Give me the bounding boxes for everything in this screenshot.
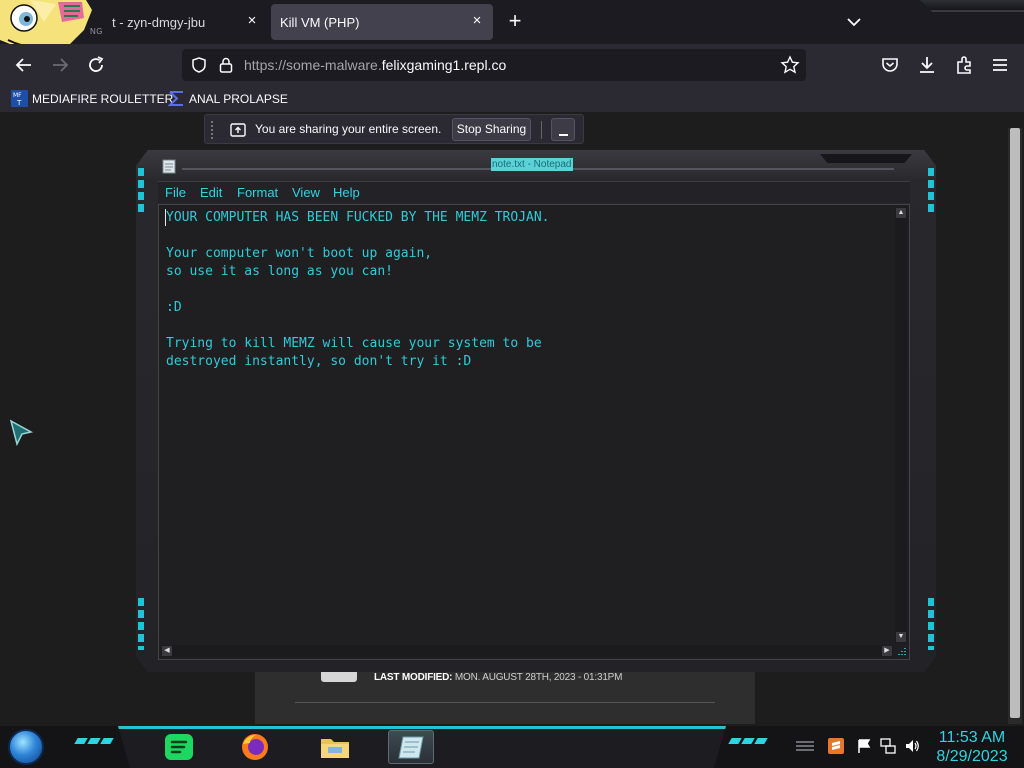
menu-format[interactable]: Format (237, 185, 278, 200)
bookmark-mediafire-roulette[interactable]: MF T MEDIAFIRE ROULETTER (11, 90, 173, 107)
reload-icon[interactable] (84, 53, 108, 77)
url-bar[interactable]: https://some-malware.felixgaming1.repl.c… (182, 49, 806, 81)
spotify-icon (165, 734, 193, 760)
system-clock[interactable]: 11:53 AM 8/29/2023 (934, 728, 1010, 766)
resize-grip-icon[interactable] (895, 645, 907, 657)
horizontal-scrollbar[interactable]: ◀ ▶ (161, 645, 893, 657)
page-scroll-thumb[interactable] (1010, 128, 1020, 718)
url-text[interactable]: https://some-malware.felixgaming1.repl.c… (244, 57, 506, 73)
vertical-scrollbar[interactable]: ▲ ▼ (895, 207, 907, 643)
bookmark-label: MEDIAFIRE ROULETTER (32, 91, 174, 106)
new-tab-button[interactable]: + (504, 10, 526, 32)
flag-icon[interactable] (856, 738, 872, 754)
clock-date: 8/29/2023 (936, 748, 1008, 765)
frame-accent (138, 168, 144, 216)
mediafire-icon: MF T (11, 90, 28, 107)
file-explorer-icon (321, 739, 349, 758)
taskbar-app-notepad[interactable] (388, 730, 434, 764)
menu-file[interactable]: File (165, 185, 186, 200)
page-scrollbar[interactable] (1008, 128, 1022, 724)
titlebar-controls-slot[interactable] (820, 154, 912, 163)
scroll-right-icon[interactable]: ▶ (882, 646, 892, 656)
firefox-icon (242, 734, 268, 760)
notepad-icon (162, 158, 176, 174)
notepad-icon (398, 736, 424, 759)
network-icon[interactable] (880, 738, 896, 754)
sharing-message: You are sharing your entire screen. (255, 122, 442, 136)
taskbar-app-spotify[interactable] (156, 730, 202, 764)
pocket-icon[interactable] (878, 53, 902, 77)
notepad-window[interactable]: note.txt - Notepad File Edit Format View… (136, 150, 936, 672)
sublime-icon[interactable] (828, 738, 844, 754)
show-hidden-icons-icon[interactable] (794, 738, 816, 754)
taskbar-app-firefox[interactable] (232, 730, 278, 764)
screen: t - zyn-dmgy-jbu NG × Kill VM (PHP) × + (0, 0, 1024, 768)
last-modified-value: MON. AUGUST 28TH, 2023 - 01:31PM (454, 672, 623, 683)
downloads-icon[interactable] (915, 53, 939, 77)
volume-icon[interactable] (904, 738, 920, 754)
mouse-cursor-icon (9, 419, 34, 447)
notepad-menubar: File Edit Format View Help (158, 181, 910, 203)
bookmark-star-icon[interactable] (780, 55, 800, 75)
extensions-icon[interactable] (952, 53, 976, 77)
divider (295, 702, 715, 703)
tab-bar: t - zyn-dmgy-jbu NG × Kill VM (PHP) × + (0, 0, 1024, 44)
menu-view[interactable]: View (292, 185, 320, 200)
taskbar-decoration (728, 738, 768, 748)
screen-share-icon (230, 123, 246, 137)
menu-help[interactable]: Help (333, 185, 360, 200)
screen-sharing-bar: You are sharing your entire screen. Stop… (204, 114, 584, 144)
lock-icon[interactable] (218, 56, 234, 74)
list-all-tabs-icon[interactable] (844, 12, 864, 32)
bookmark-second[interactable]: ANAL PROLAPSE (168, 90, 288, 107)
frame-accent (928, 168, 934, 216)
sigma-icon (168, 91, 183, 106)
clock-time: 11:53 AM (938, 729, 1006, 746)
close-tab-icon[interactable]: × (244, 13, 260, 29)
bookmarks-toolbar: MF T MEDIAFIRE ROULETTER ANAL PROLAPSE (0, 86, 1024, 112)
scroll-down-icon[interactable]: ▼ (896, 632, 906, 642)
stop-sharing-button[interactable]: Stop Sharing (452, 118, 531, 141)
scroll-up-icon[interactable]: ▲ (896, 208, 906, 218)
taskbar-app-file-explorer[interactable] (312, 730, 358, 764)
close-tab-icon[interactable]: × (469, 13, 485, 29)
frame-accent (138, 598, 144, 650)
drag-handle[interactable] (211, 121, 215, 139)
url-domain: felixgaming1.repl.co (381, 57, 507, 73)
window-title: note.txt - Notepad (491, 158, 573, 171)
menu-edit[interactable]: Edit (200, 185, 222, 200)
last-modified-text: LAST MODIFIED: MON. AUGUST 28TH, 2023 - … (374, 672, 622, 683)
tab-title: Kill VM (PHP) (280, 14, 360, 30)
notepad-content[interactable]: YOUR COMPUTER HAS BEEN FUCKED BY THE MEM… (166, 209, 550, 371)
text-caret (165, 209, 166, 226)
hamburger-menu-icon[interactable] (988, 53, 1012, 77)
taskbar-decoration (74, 738, 114, 748)
bookmark-label: ANAL PROLAPSE (189, 91, 288, 106)
last-modified-label: LAST MODIFIED: (374, 672, 453, 683)
start-button[interactable] (8, 729, 44, 765)
window-frame-decoration (920, 0, 1024, 12)
back-arrow-icon[interactable] (12, 53, 36, 77)
forward-arrow-icon[interactable] (48, 53, 72, 77)
svg-text:MF: MF (13, 92, 22, 99)
scroll-left-icon[interactable]: ◀ (162, 646, 172, 656)
minimize-sharing-bar-button[interactable] (551, 118, 575, 141)
svg-text:T: T (16, 99, 22, 107)
shield-icon[interactable] (190, 56, 208, 74)
url-prefix: https://some-malware. (244, 57, 382, 73)
tab-kill-vm[interactable]: Kill VM (PHP) × (271, 4, 493, 40)
tab-title: t - zyn-dmgy-jbu (112, 14, 206, 30)
frame-accent (928, 598, 934, 650)
notepad-text-area[interactable]: YOUR COMPUTER HAS BEEN FUCKED BY THE MEM… (158, 204, 910, 660)
taskbar: 11:53 AM 8/29/2023 (0, 726, 1024, 768)
divider (541, 121, 542, 139)
